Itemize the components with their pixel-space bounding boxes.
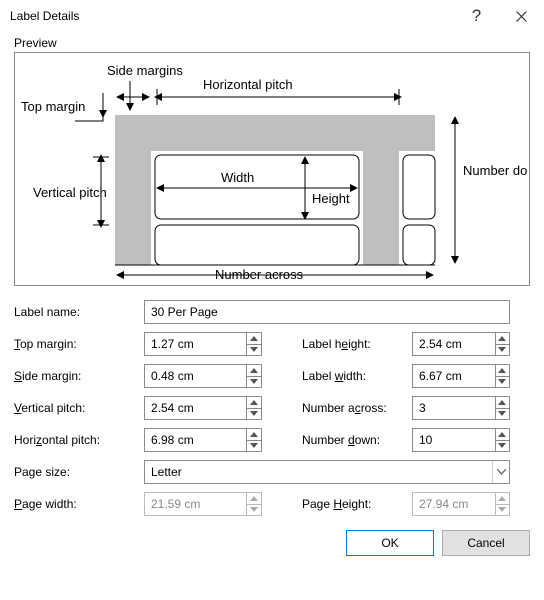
page-height-label: Page Height: <box>302 497 412 511</box>
page-width-input <box>144 492 262 516</box>
number-down-label: Number down: <box>302 433 412 447</box>
label-width-label: Label width: <box>302 369 412 383</box>
chevron-down-icon <box>247 504 261 516</box>
top-margin-label: Top margin: <box>14 337 144 351</box>
diag-width: Width <box>221 170 254 185</box>
horizontal-pitch-input[interactable] <box>144 428 262 452</box>
chevron-down-icon[interactable] <box>247 376 261 388</box>
side-margin-input[interactable] <box>144 364 262 388</box>
label-height-label: Label height: <box>302 337 412 351</box>
diag-vpitch: Vertical pitch <box>33 185 107 200</box>
chevron-up-icon[interactable] <box>496 333 509 344</box>
diag-height: Height <box>312 191 350 206</box>
page-size-value: Letter <box>151 465 182 479</box>
label-height-input[interactable] <box>412 332 510 356</box>
chevron-down-icon[interactable] <box>496 344 509 356</box>
label-width-input[interactable] <box>412 364 510 388</box>
dialog-body: Preview <box>0 32 544 566</box>
chevron-up-icon <box>496 493 509 504</box>
number-across-input[interactable] <box>412 396 510 420</box>
chevron-up-icon[interactable] <box>247 333 261 344</box>
chevron-down-icon[interactable] <box>496 408 509 420</box>
page-size-label: Page size: <box>14 465 144 479</box>
preview-label: Preview <box>14 36 530 50</box>
form-grid: Label name: Top margin: Label height: Si… <box>14 300 530 516</box>
titlebar: Label Details ? <box>0 0 544 32</box>
chevron-down-icon[interactable] <box>496 376 509 388</box>
top-margin-input[interactable] <box>144 332 262 356</box>
chevron-down-icon[interactable] <box>496 440 509 452</box>
window-title: Label Details <box>10 9 454 23</box>
page-height-input <box>412 492 510 516</box>
chevron-up-icon[interactable] <box>496 365 509 376</box>
close-button[interactable] <box>499 0 544 32</box>
chevron-down-icon[interactable] <box>247 440 261 452</box>
chevron-up-icon[interactable] <box>247 429 261 440</box>
chevron-down-icon <box>492 461 509 483</box>
label-name-input[interactable] <box>144 300 510 324</box>
number-across-label: Number across: <box>302 401 412 415</box>
vertical-pitch-label: Vertical pitch: <box>14 401 144 415</box>
diag-hpitch: Horizontal pitch <box>203 77 293 92</box>
horizontal-pitch-label: Horizontal pitch: <box>14 433 144 447</box>
diag-top-margin: Top margin <box>21 99 85 114</box>
chevron-down-icon <box>496 504 509 516</box>
ok-button[interactable]: OK <box>346 530 434 556</box>
cancel-button[interactable]: Cancel <box>442 530 530 556</box>
side-margin-label: Side margin: <box>14 369 144 383</box>
chevron-down-icon[interactable] <box>247 408 261 420</box>
vertical-pitch-input[interactable] <box>144 396 262 420</box>
number-down-input[interactable] <box>412 428 510 452</box>
help-button[interactable]: ? <box>454 0 499 32</box>
diag-ndown: Number down <box>463 163 527 178</box>
close-icon <box>516 11 527 22</box>
chevron-up-icon <box>247 493 261 504</box>
page-width-label: Page width: <box>14 497 144 511</box>
chevron-down-icon[interactable] <box>247 344 261 356</box>
preview-box: Top margin Side margins Horizontal pitch… <box>14 52 530 286</box>
chevron-up-icon[interactable] <box>496 397 509 408</box>
diag-nacross: Number across <box>215 267 304 282</box>
help-icon: ? <box>472 6 481 26</box>
diag-side-margins: Side margins <box>107 63 183 78</box>
button-row: OK Cancel <box>14 530 530 556</box>
chevron-up-icon[interactable] <box>247 365 261 376</box>
label-name-label: Label name: <box>14 305 144 319</box>
page-size-combo[interactable]: Letter <box>144 460 510 484</box>
chevron-up-icon[interactable] <box>247 397 261 408</box>
chevron-up-icon[interactable] <box>496 429 509 440</box>
